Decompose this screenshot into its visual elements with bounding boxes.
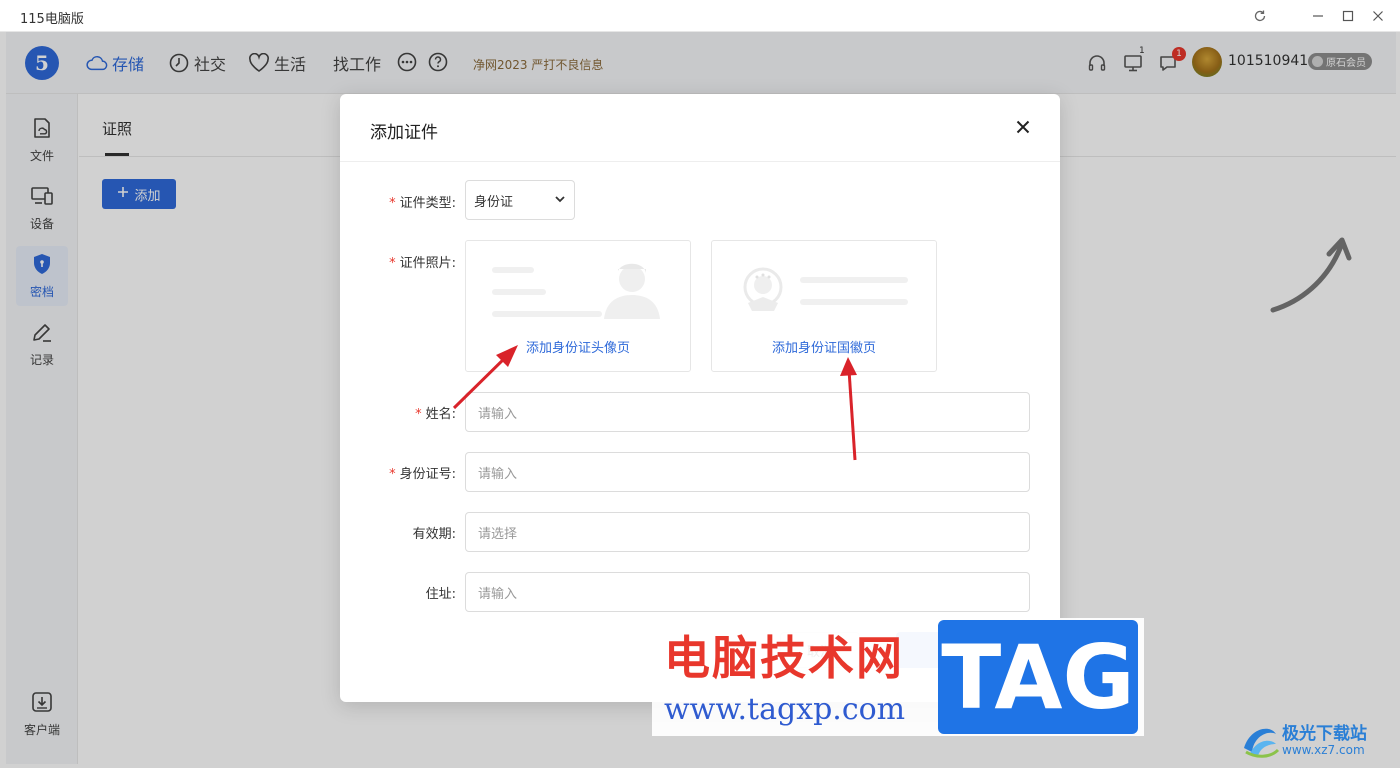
minimize-icon[interactable] [1308,6,1328,26]
doc-type-select[interactable]: 身份证 [465,180,575,220]
title-bar: 115电脑版 [0,0,1400,32]
close-icon[interactable] [1012,116,1034,138]
portrait-placeholder-icon [604,263,660,319]
id-front-upload[interactable]: 添加身份证头像页 [465,240,691,372]
placeholder-line [492,267,534,273]
required-mark: * [389,196,396,211]
id-front-label: 添加身份证头像页 [525,341,630,356]
doc-type-label-text: 证件类型: [399,196,456,211]
name-placeholder: 请输入 [478,406,518,422]
doc-type-label: * 证件类型: [346,192,456,211]
address-label: 住址: [425,587,456,602]
id-back-label: 添加身份证国徽页 [771,341,876,356]
address-input[interactable]: 请输入 [465,572,1030,612]
corner-site-name: 极光下载站 [1282,724,1367,744]
close-window-icon[interactable] [1368,6,1388,26]
aurora-logo-icon [1244,728,1280,758]
doc-type-value: 身份证 [474,194,514,210]
placeholder-line [800,299,908,305]
refresh-icon[interactable] [1250,6,1270,26]
id-number-input[interactable]: 请输入 [465,452,1030,492]
window-title: 115电脑版 [20,12,84,27]
photo-label: * 证件照片: [346,252,456,271]
corner-site-url: www.xz7.com [1282,743,1365,757]
watermark-banner: 电脑技术网 www.tagxp.com TAG [652,618,1144,736]
validity-picker[interactable]: 请选择 [465,512,1030,552]
id-number-label-text: 身份证号: [399,467,456,482]
emblem-placeholder-icon [743,267,783,311]
maximize-icon[interactable] [1338,6,1358,26]
id-back-upload[interactable]: 添加身份证国徽页 [711,240,937,372]
id-number-label: * 身份证号: [346,463,456,482]
name-label: * 姓名: [346,403,456,422]
placeholder-line [492,289,546,295]
name-label-text: 姓名: [425,407,456,422]
validity-label: 有效期: [412,527,456,542]
window-controls [1250,6,1388,26]
name-input[interactable]: 请输入 [465,392,1030,432]
watermark-url: www.tagxp.com [664,692,906,727]
dialog-header: 添加证件 [340,94,1060,162]
placeholder-line [800,277,908,283]
required-mark: * [415,407,422,422]
chevron-down-icon [554,193,566,209]
address-placeholder: 请输入 [478,586,518,602]
validity-placeholder: 请选择 [478,526,518,542]
id-number-placeholder: 请输入 [478,466,518,482]
required-mark: * [389,467,396,482]
required-mark: * [389,256,396,271]
corner-watermark: 极光下载站 www.xz7.com [1238,716,1394,764]
add-certificate-dialog: 添加证件 * 证件类型: 身份证 * 证件照片: 添加身份证头像页 添加身份证国… [340,94,1060,702]
watermark-title: 电脑技术网 [664,631,904,685]
watermark-tag: TAG [938,620,1138,734]
dialog-title: 添加证件 [370,123,438,143]
photo-label-text: 证件照片: [399,256,456,271]
placeholder-line [492,311,602,317]
